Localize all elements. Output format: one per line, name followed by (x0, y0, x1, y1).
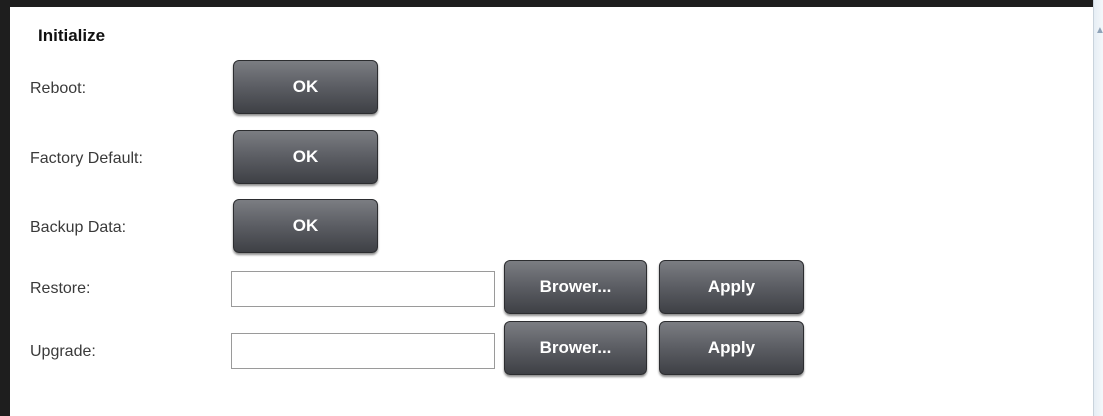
panel-top-border (10, 0, 1093, 7)
backup-data-label: Backup Data: (30, 219, 127, 236)
restore-apply-button[interactable]: Apply (659, 260, 804, 314)
upgrade-label: Upgrade: (30, 343, 96, 360)
backup-data-ok-button[interactable]: OK (233, 199, 378, 253)
restore-file-input[interactable] (231, 271, 495, 307)
upgrade-browse-button[interactable]: Brower... (504, 321, 647, 375)
reboot-label: Reboot: (30, 80, 87, 97)
upgrade-file-input[interactable] (231, 333, 495, 369)
reboot-ok-button[interactable]: OK (233, 60, 378, 114)
scroll-up-arrow-icon[interactable]: ▲ (1095, 22, 1103, 40)
restore-browse-button[interactable]: Brower... (504, 260, 647, 314)
factory-default-label: Factory Default: (30, 150, 143, 167)
restore-label: Restore: (30, 280, 91, 297)
factory-default-ok-button[interactable]: OK (233, 130, 378, 184)
upgrade-apply-button[interactable]: Apply (659, 321, 804, 375)
initialize-panel: ▲ Initialize Reboot: OK Factory Default:… (0, 0, 1103, 416)
scrollbar[interactable] (1093, 0, 1103, 416)
panel-left-border (0, 0, 10, 416)
section-title: Initialize (38, 26, 106, 45)
